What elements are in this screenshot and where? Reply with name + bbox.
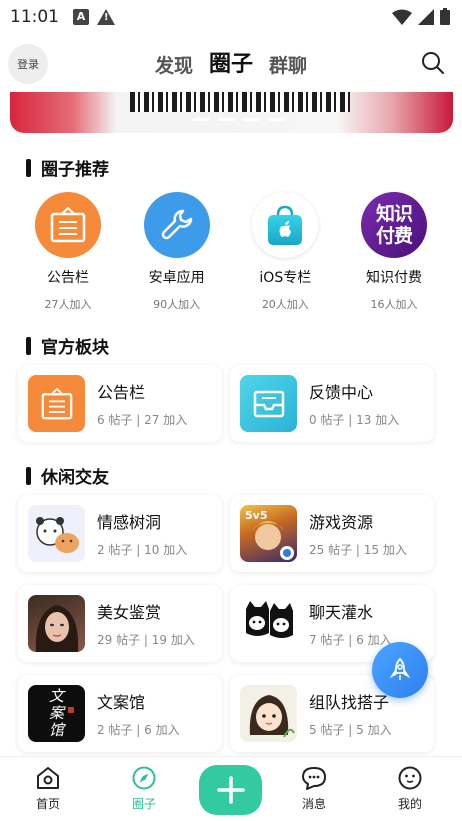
rec-name: iOS专栏	[259, 270, 312, 286]
card-title: 游戏资源	[309, 513, 374, 532]
search-icon[interactable]	[420, 50, 446, 76]
status-time: 11:01	[10, 7, 59, 27]
create-post-button[interactable]	[199, 765, 262, 815]
nav-circles[interactable]: 圈子	[114, 765, 174, 812]
section-title-leisure: 休闲交友	[26, 463, 109, 488]
card-meta: 6 帖子 | 27 加入	[97, 413, 188, 427]
paid-knowledge-icon: 知识付费	[360, 192, 427, 258]
game-hero-image: 5v5	[240, 505, 297, 562]
section-title-official: 官方板块	[26, 333, 109, 358]
card-beauty[interactable]: 美女鉴赏 29 帖子 | 19 加入	[18, 585, 222, 662]
card-meta: 25 帖子 | 15 加入	[309, 543, 407, 557]
rec-count: 20人加入	[261, 298, 309, 311]
tab-group-chat[interactable]: 群聊	[269, 51, 307, 78]
signal-icon	[418, 8, 434, 25]
rec-name: 知识付费	[365, 270, 422, 286]
girl-drawing-image	[240, 685, 297, 742]
rec-count: 27人加入	[44, 298, 92, 311]
wifi-icon	[392, 9, 412, 25]
header: 登录 发现 圈子 群聊	[0, 40, 462, 88]
bottom-nav: 首页 圈子 消息 我的	[0, 756, 462, 821]
card-title: 反馈中心	[309, 383, 374, 402]
home-icon	[37, 767, 59, 789]
card-game[interactable]: 5v5 游戏资源 25 帖子 | 15 加入	[230, 495, 434, 572]
mail-icon	[240, 375, 297, 432]
card-meta: 2 帖子 | 10 加入	[97, 543, 188, 557]
plus-icon	[216, 776, 245, 804]
banner-image	[130, 92, 350, 112]
wrench-icon	[143, 192, 210, 258]
card-meta: 5 帖子 | 5 加入	[309, 723, 392, 737]
tab-discover[interactable]: 发现	[155, 51, 193, 78]
nav-home[interactable]: 首页	[18, 765, 78, 812]
notice-board-icon	[28, 375, 85, 432]
card-title: 聊天灌水	[309, 603, 374, 622]
carousel-indicators	[193, 118, 285, 121]
card-title: 美女鉴赏	[97, 603, 162, 622]
rocket-icon	[389, 657, 411, 680]
recommended-circles: 公告栏 27人加入 安卓应用 90人加入 iOS专栏 20人加入 知识付费 知识…	[14, 192, 448, 312]
carousel-dot	[268, 118, 285, 121]
card-meta: 0 帖子 | 13 加入	[309, 413, 400, 427]
rec-item-ios[interactable]: iOS专栏 20人加入	[231, 192, 339, 312]
rec-count: 16人加入	[370, 298, 418, 311]
carousel-dot	[243, 118, 260, 121]
notice-board-icon	[35, 192, 101, 258]
card-title: 文案馆	[97, 693, 146, 712]
nav-profile[interactable]: 我的	[380, 765, 440, 812]
rec-item-android[interactable]: 安卓应用 90人加入	[123, 192, 231, 312]
section-title-recommended: 圈子推荐	[26, 155, 109, 180]
card-title: 公告栏	[97, 383, 146, 402]
carousel-dot	[218, 118, 235, 121]
battery-icon	[440, 8, 450, 25]
card-meta: 29 帖子 | 19 加入	[97, 633, 195, 647]
card-official-notice[interactable]: 公告栏 6 帖子 | 27 加入	[18, 365, 222, 442]
card-meta: 7 帖子 | 6 加入	[309, 633, 392, 647]
card-meta: 2 帖子 | 6 加入	[97, 723, 180, 737]
chat-icon	[302, 767, 326, 790]
card-title: 组队找搭子	[309, 693, 390, 712]
calligraphy-text: 文案馆	[48, 687, 64, 739]
rocket-fab-button[interactable]	[372, 642, 428, 698]
svg-text:5v5: 5v5	[245, 509, 267, 522]
compass-icon	[132, 766, 156, 790]
rec-item-paid[interactable]: 知识付费 知识付费 16人加入	[340, 192, 448, 312]
rec-name: 安卓应用	[148, 270, 205, 286]
apple-bag-icon	[252, 192, 319, 258]
paid-knowledge-icon-text: 知识付费	[375, 203, 413, 247]
notification-a-icon: A	[73, 9, 89, 25]
banner-carousel[interactable]	[10, 92, 453, 133]
profile-icon	[398, 766, 422, 790]
warning-icon	[97, 9, 115, 25]
status-bar: 11:01 A	[0, 0, 462, 34]
card-feedback[interactable]: 反馈中心 0 帖子 | 13 加入	[230, 365, 434, 442]
cats-image	[240, 595, 297, 652]
nav-messages[interactable]: 消息	[284, 765, 344, 812]
portrait-image	[28, 595, 85, 652]
top-tabs: 发现 圈子 群聊	[0, 46, 462, 78]
rec-item-notice[interactable]: 公告栏 27人加入	[14, 192, 122, 312]
rec-name: 公告栏	[47, 270, 89, 286]
carousel-dot	[193, 118, 210, 121]
tab-circles[interactable]: 圈子	[209, 46, 253, 78]
card-emotion[interactable]: 情感树洞 2 帖子 | 10 加入	[18, 495, 222, 572]
bears-image	[28, 505, 85, 562]
card-copywriting[interactable]: 文案馆 文案馆 2 帖子 | 6 加入	[18, 675, 222, 752]
card-title: 情感树洞	[97, 513, 162, 532]
rec-count: 90人加入	[153, 298, 201, 311]
calligraphy-image: 文案馆	[28, 685, 85, 742]
